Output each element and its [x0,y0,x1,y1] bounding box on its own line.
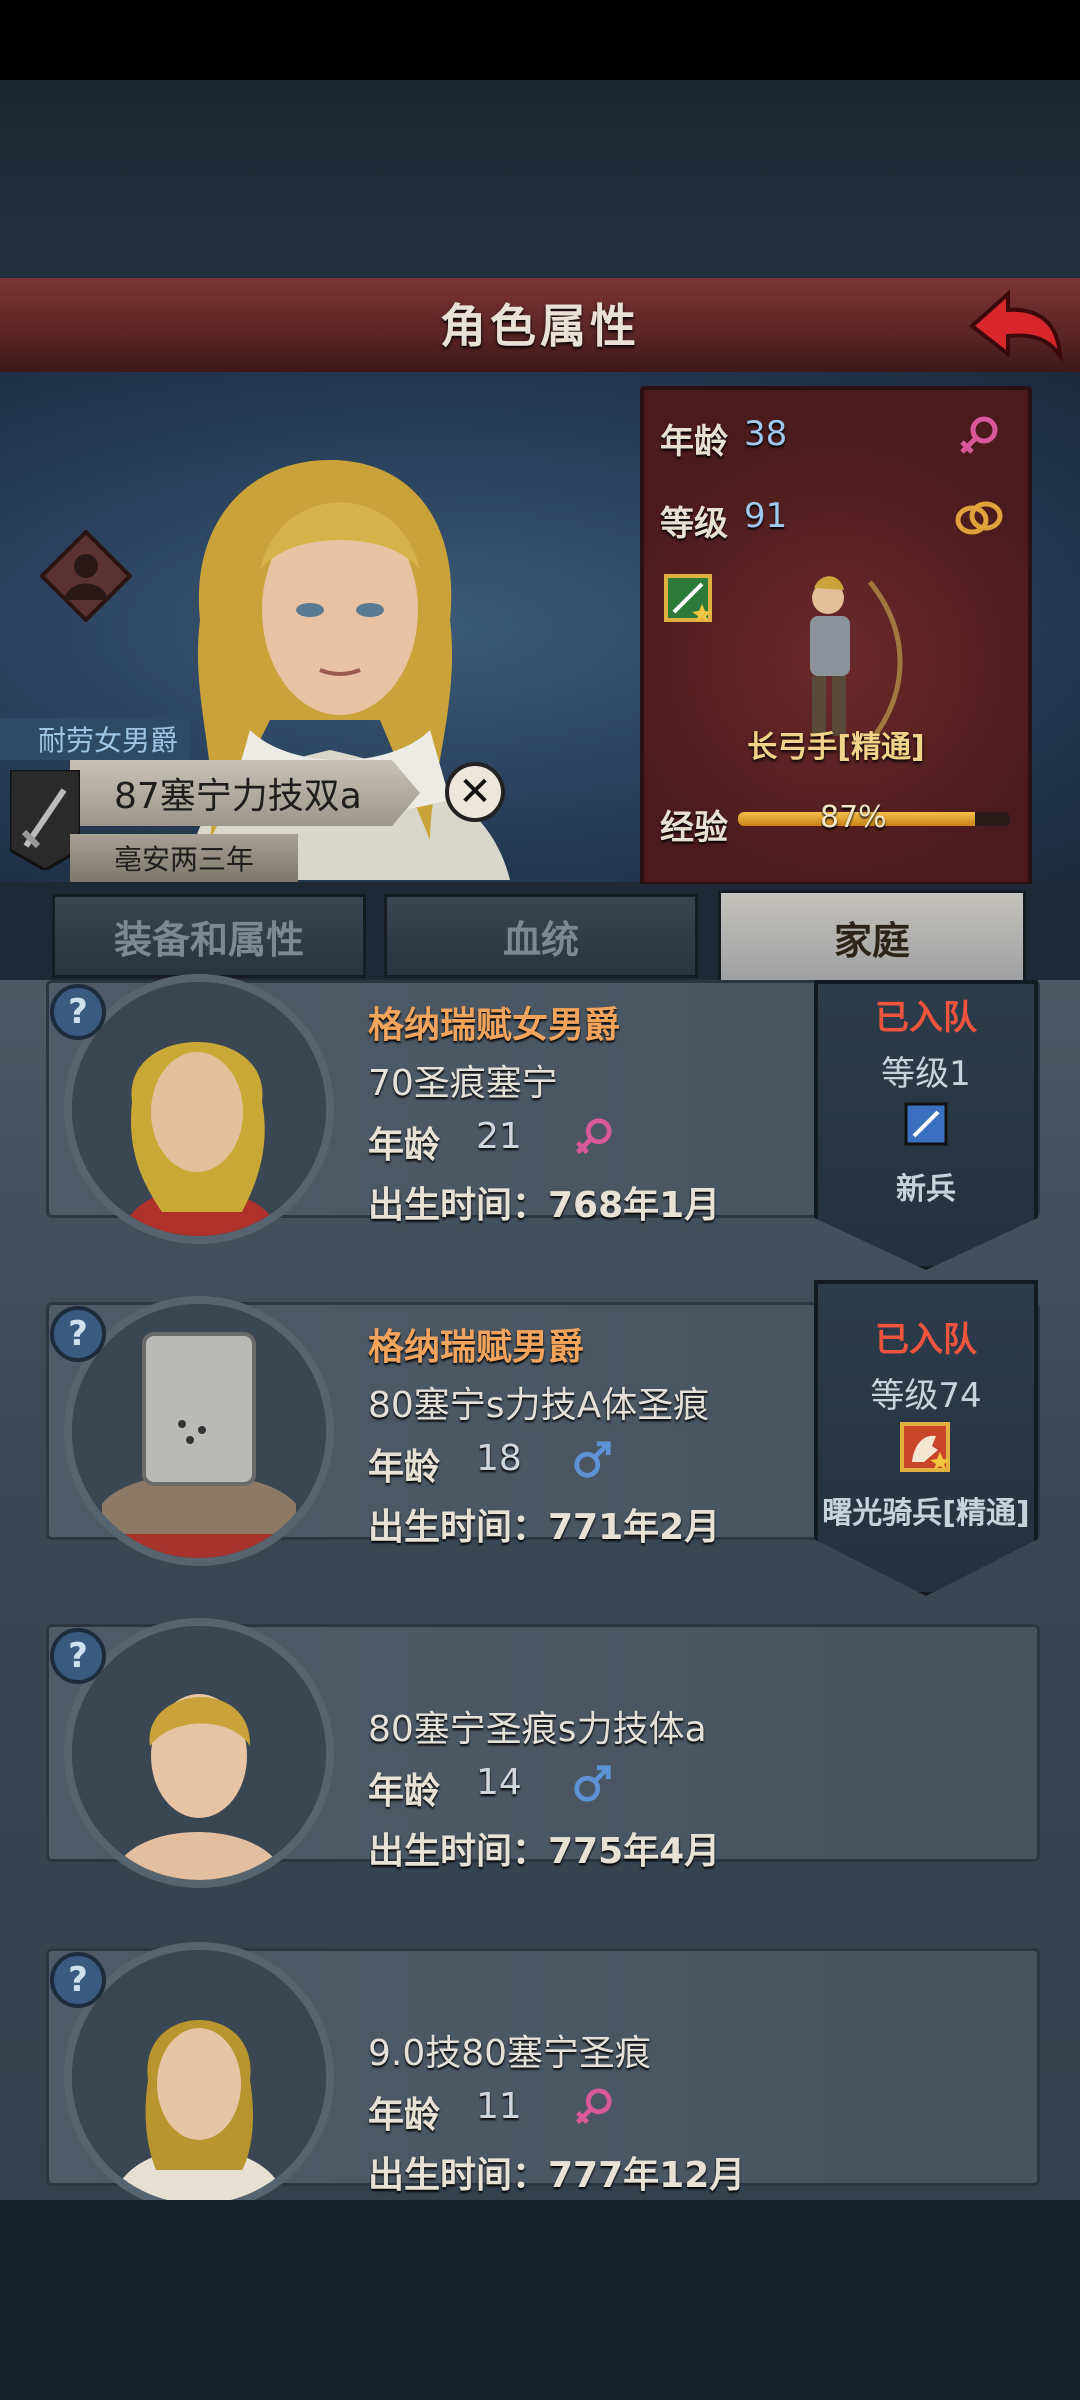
child-age: 18 [476,1438,522,1479]
ring-icon [955,501,1003,535]
page-title: 角色属性 [440,299,640,353]
help-icon[interactable]: ? [50,1306,106,1362]
dismiss-button[interactable]: ✕ [445,762,505,822]
male-icon [574,1765,611,1802]
exp-percent: 87% [820,800,887,835]
tab-equipment[interactable]: 装备和属性 [52,894,366,978]
bottom-area [0,2200,1080,2400]
level-value: 91 [744,496,788,536]
child-birth: 出生时间：775年4月 [368,1831,721,1872]
tab-family[interactable]: 家庭 [718,890,1026,984]
child-age-label: 年龄 [368,1771,441,1812]
back-arrow-icon[interactable] [968,288,1064,364]
child-name: 80塞宁圣痕s力技体a [368,1709,707,1750]
age-label: 年龄 [660,422,728,462]
cavalry-class-icon [900,1422,950,1472]
noble-title: 耐劳女男爵 [0,718,190,760]
help-icon[interactable]: ? [50,1952,106,2008]
status-bar [0,0,1080,80]
child-birth: 出生时间：777年12月 [368,2155,746,2196]
child-age: 21 [476,1116,522,1157]
class-name: 长弓手[精通] [747,730,925,765]
banner-level: 等级1 [881,1054,971,1094]
exp-label: 经验 [660,808,728,848]
child-name: 70圣痕塞宁 [368,1063,558,1104]
recruit-class-icon [904,1102,948,1146]
child-title: 格纳瑞赋男爵 [368,1327,585,1368]
child-portrait [72,1950,326,2204]
banner-class: 曙光骑兵[精通] [822,1496,1030,1531]
child-age-label: 年龄 [368,1447,441,1488]
male-icon [574,1441,611,1478]
age-value: 38 [744,414,788,454]
child-title: 格纳瑞赋女男爵 [368,1005,621,1046]
child-age: 14 [476,1762,522,1803]
child-age-label: 年龄 [368,2095,441,2136]
child-portrait [72,1626,326,1880]
character-name[interactable]: 87塞宁力技双a [70,760,420,826]
role-icon[interactable] [40,530,132,622]
level-label: 等级 [660,504,728,544]
class-skill-icon [664,574,712,622]
joined-status: 已入队 [875,998,977,1038]
female-icon [960,416,998,454]
help-icon[interactable]: ? [50,1628,106,1684]
tab-bloodline[interactable]: 血统 [384,894,698,978]
background [0,80,1080,280]
help-icon[interactable]: ? [50,984,106,1040]
child-name: 80塞宁s力技A体圣痕 [368,1385,710,1426]
reign-label: 亳安两三年 [70,834,298,882]
child-portrait [72,982,326,1236]
joined-status: 已入队 [875,1320,977,1360]
child-birth: 出生时间：768年1月 [368,1185,721,1226]
child-age-label: 年龄 [368,1125,441,1166]
child-portrait [72,1304,326,1558]
banner-level: 等级74 [870,1376,982,1416]
banner-class: 新兵 [896,1172,956,1207]
child-name: 9.0技80塞宁圣痕 [368,2033,652,2074]
child-age: 11 [476,2086,522,2127]
female-icon [576,2088,612,2124]
child-birth: 出生时间：771年2月 [368,1507,721,1548]
female-icon [576,1118,612,1154]
